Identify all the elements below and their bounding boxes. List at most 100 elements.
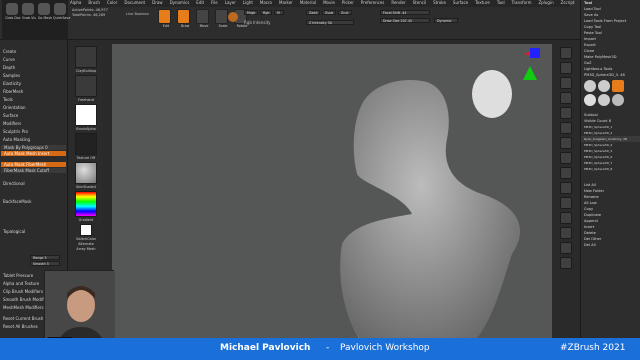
quicksave-button[interactable]	[54, 3, 66, 15]
color-picker-icon[interactable]	[75, 191, 97, 217]
menu-sculptris-pro[interactable]: Sculptris Pro	[0, 128, 67, 136]
menu-document[interactable]: Document	[124, 0, 145, 5]
edit-button[interactable]	[158, 9, 171, 24]
menu-texture[interactable]: Texture	[475, 0, 490, 5]
rotate-view-button[interactable]	[560, 212, 572, 224]
move-button[interactable]	[196, 9, 209, 24]
dynamic-toggle[interactable]: Dynamic	[434, 18, 458, 23]
grab-vis-button[interactable]	[22, 3, 34, 15]
zsub-toggle[interactable]: Zsub	[322, 10, 336, 15]
go-mesh-button[interactable]	[38, 3, 50, 15]
z-intensity-slider[interactable]: Z Intensity 50	[306, 20, 354, 25]
menu-render[interactable]: Render	[391, 0, 405, 5]
menu-stroke[interactable]: Stroke	[433, 0, 446, 5]
range-slider[interactable]: Range 5	[30, 255, 60, 260]
menu-picker[interactable]: Picker	[342, 0, 354, 5]
claybuildup-brush-icon[interactable]	[75, 46, 97, 68]
menu-movie[interactable]: Movie	[323, 0, 335, 5]
actual-button[interactable]	[560, 92, 572, 104]
zoom-button[interactable]	[560, 77, 572, 89]
alternate-button[interactable]: Alternate	[69, 242, 103, 246]
aahalf-button[interactable]	[560, 107, 572, 119]
menu-dynamics[interactable]: Dynamics	[170, 0, 190, 5]
menu-file[interactable]: File	[211, 0, 218, 5]
menu-tools[interactable]: Tools	[0, 96, 67, 104]
tool-thumb-sphere[interactable]	[584, 80, 596, 92]
menu-brush[interactable]: Brush	[88, 0, 100, 5]
menu-create[interactable]: Create	[0, 48, 67, 56]
m-toggle[interactable]: M	[274, 10, 284, 15]
solo-button[interactable]	[560, 257, 572, 269]
transp-button[interactable]	[560, 242, 572, 254]
material-icon[interactable]	[75, 162, 97, 184]
polyf-button[interactable]	[560, 227, 572, 239]
menu-surface[interactable]: Surface	[453, 0, 468, 5]
menu-zscript[interactable]: Zscript	[561, 0, 575, 5]
array-mesh-button[interactable]: Array Mesh	[69, 247, 103, 251]
grab-doc-button[interactable]	[6, 3, 18, 15]
tool-thumb-mesh[interactable]	[612, 94, 624, 106]
frame-button[interactable]	[560, 167, 572, 179]
draw-size-slider[interactable]: Draw Size 207.45	[380, 18, 430, 23]
tool-thumb-skull[interactable]	[584, 94, 596, 106]
texture-off-icon[interactable]	[75, 133, 97, 155]
directional-toggle[interactable]: Directional	[0, 180, 67, 188]
menu-samples[interactable]: Samples	[0, 72, 67, 80]
mrgb-toggle[interactable]: Mrgb	[244, 10, 258, 15]
draw-button[interactable]	[177, 9, 190, 24]
smooth-slider[interactable]: Smooth 5	[30, 261, 60, 266]
freehand-stroke-icon[interactable]	[75, 75, 97, 97]
focal-shift-slider[interactable]: Focal Shift -44	[380, 10, 430, 15]
mask-by-polygroups-slider[interactable]: Mask By Polygroups 0	[1, 145, 66, 150]
menu-draw[interactable]: Draw	[152, 0, 162, 5]
backface-mask-toggle[interactable]: BackfaceMask	[0, 198, 67, 206]
menu-stencil[interactable]: Stencil	[413, 0, 427, 5]
menu-tool[interactable]: Tool	[497, 0, 505, 5]
menu-transform[interactable]: Transform	[512, 0, 532, 5]
menu-auto-masking[interactable]: Auto Masking	[0, 136, 67, 144]
live-boolean-label[interactable]: Live Boolean	[126, 12, 149, 16]
menu-zplugin[interactable]: Zplugin	[539, 0, 554, 5]
rgb-toggle[interactable]: Rgb	[260, 10, 272, 15]
auto-mask-mesh-insert-toggle[interactable]: Auto Mask Mesh Insert	[1, 151, 66, 156]
tool-thumb-sphere[interactable]	[598, 80, 610, 92]
scroll-button[interactable]	[560, 62, 572, 74]
del-all-button[interactable]: Del All	[581, 242, 640, 248]
menu-elasticity[interactable]: Elasticity	[0, 80, 67, 88]
zcut-toggle[interactable]: Zcut	[338, 10, 352, 15]
menu-macro[interactable]: Macro	[260, 0, 272, 5]
menu-preferences[interactable]: Preferences	[361, 0, 385, 5]
persp-button[interactable]	[560, 122, 572, 134]
menu-color[interactable]: Color	[107, 0, 117, 5]
zadd-toggle[interactable]: Zadd	[306, 10, 320, 15]
tool-thumb-bust[interactable]	[598, 94, 610, 106]
floor-button[interactable]	[560, 137, 572, 149]
material-sphere-icon[interactable]	[228, 12, 238, 22]
menu-orientation[interactable]: Orientation	[0, 104, 67, 112]
tool-thumb-simplebrush[interactable]	[612, 80, 624, 92]
orientation-gizmo[interactable]	[523, 48, 540, 80]
menu-curve[interactable]: Curve	[0, 56, 67, 64]
brush-alpha-icon[interactable]	[75, 104, 97, 126]
menu-edit[interactable]: Edit	[196, 0, 204, 5]
move-view-button[interactable]	[560, 182, 572, 194]
menu-layer[interactable]: Layer	[225, 0, 236, 5]
menu-surface[interactable]: Surface	[0, 112, 67, 120]
scale-button[interactable]	[215, 9, 228, 24]
auto-mask-fibermesh-toggle[interactable]: Auto Mask FiberMesh	[1, 162, 66, 167]
bpr-button[interactable]	[560, 47, 572, 59]
menu-fibermesh[interactable]: FiberMesh	[0, 88, 67, 96]
topological-toggle[interactable]: Topological	[0, 228, 67, 236]
menu-material[interactable]: Material	[300, 0, 316, 5]
rgb-intensity-slider[interactable]: Rgb Intensity	[244, 20, 294, 25]
local-button[interactable]	[560, 152, 572, 164]
menu-modifiers[interactable]: Modifiers	[0, 120, 67, 128]
switch-color-icon[interactable]	[80, 224, 92, 236]
menu-alpha[interactable]: Alpha	[70, 0, 81, 5]
menu-depth[interactable]: Depth	[0, 64, 67, 72]
menu-light[interactable]: Light	[243, 0, 253, 5]
menu-marker[interactable]: Marker	[279, 0, 293, 5]
zoom-view-button[interactable]	[560, 197, 572, 209]
canvas-viewport[interactable]	[112, 44, 552, 344]
fibermask-cutoff-slider[interactable]: FiberMask Mask Cutoff	[1, 168, 66, 173]
